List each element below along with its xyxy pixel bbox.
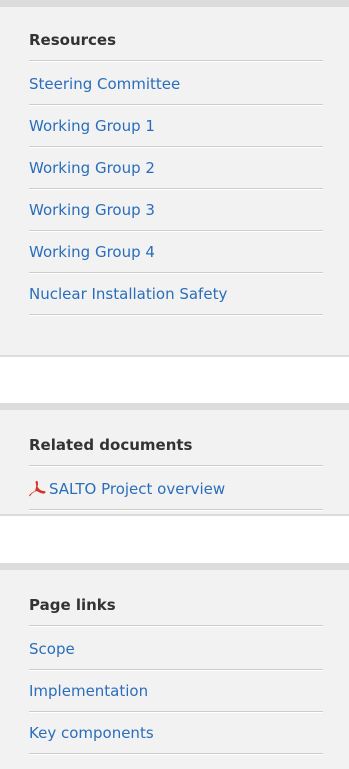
scope-link[interactable]: Scope: [29, 640, 75, 658]
implementation-link[interactable]: Implementation: [29, 682, 148, 700]
related-documents-title-divider: [29, 465, 323, 467]
resources-list-item: Nuclear Installation Safety: [29, 273, 323, 315]
nuclear-installation-safety-link[interactable]: Nuclear Installation Safety: [29, 285, 227, 303]
resources-list-item: Working Group 4: [29, 231, 323, 273]
working-group-2-link[interactable]: Working Group 2: [29, 159, 155, 177]
related-documents-panel: Related documents SALTO Project overview: [0, 403, 349, 516]
working-group-1-link[interactable]: Working Group 1: [29, 117, 155, 135]
page-links-title: Page links: [29, 596, 116, 614]
page-links-list-item: Scope: [29, 628, 323, 670]
salto-project-overview-label: SALTO Project overview: [49, 479, 226, 498]
related-documents-list-item: SALTO Project overview: [29, 468, 323, 510]
resources-title-divider: [29, 60, 323, 62]
resources-title: Resources: [29, 31, 117, 49]
related-documents-title: Related documents: [29, 436, 193, 454]
page-links-list-item: Key components: [29, 712, 323, 754]
page-links-list-item: Implementation: [29, 670, 323, 712]
working-group-4-link[interactable]: Working Group 4: [29, 243, 155, 261]
pdf-icon: [29, 480, 46, 496]
page-links-link-list: Scope Implementation Key components: [29, 628, 323, 754]
resources-panel: Resources Steering Committee Working Gro…: [0, 0, 349, 357]
related-documents-link-list: SALTO Project overview: [29, 468, 323, 510]
key-components-link[interactable]: Key components: [29, 724, 154, 742]
resources-link-list: Steering Committee Working Group 1 Worki…: [29, 63, 323, 315]
page-links-title-divider: [29, 625, 323, 627]
page-links-panel: Page links Scope Implementation Key comp…: [0, 563, 349, 769]
resources-list-item: Working Group 2: [29, 147, 323, 189]
resources-list-item: Steering Committee: [29, 63, 323, 105]
resources-list-item: Working Group 3: [29, 189, 323, 231]
salto-project-overview-link[interactable]: SALTO Project overview: [29, 480, 225, 498]
resources-list-item: Working Group 1: [29, 105, 323, 147]
working-group-3-link[interactable]: Working Group 3: [29, 201, 155, 219]
steering-committee-link[interactable]: Steering Committee: [29, 75, 180, 93]
